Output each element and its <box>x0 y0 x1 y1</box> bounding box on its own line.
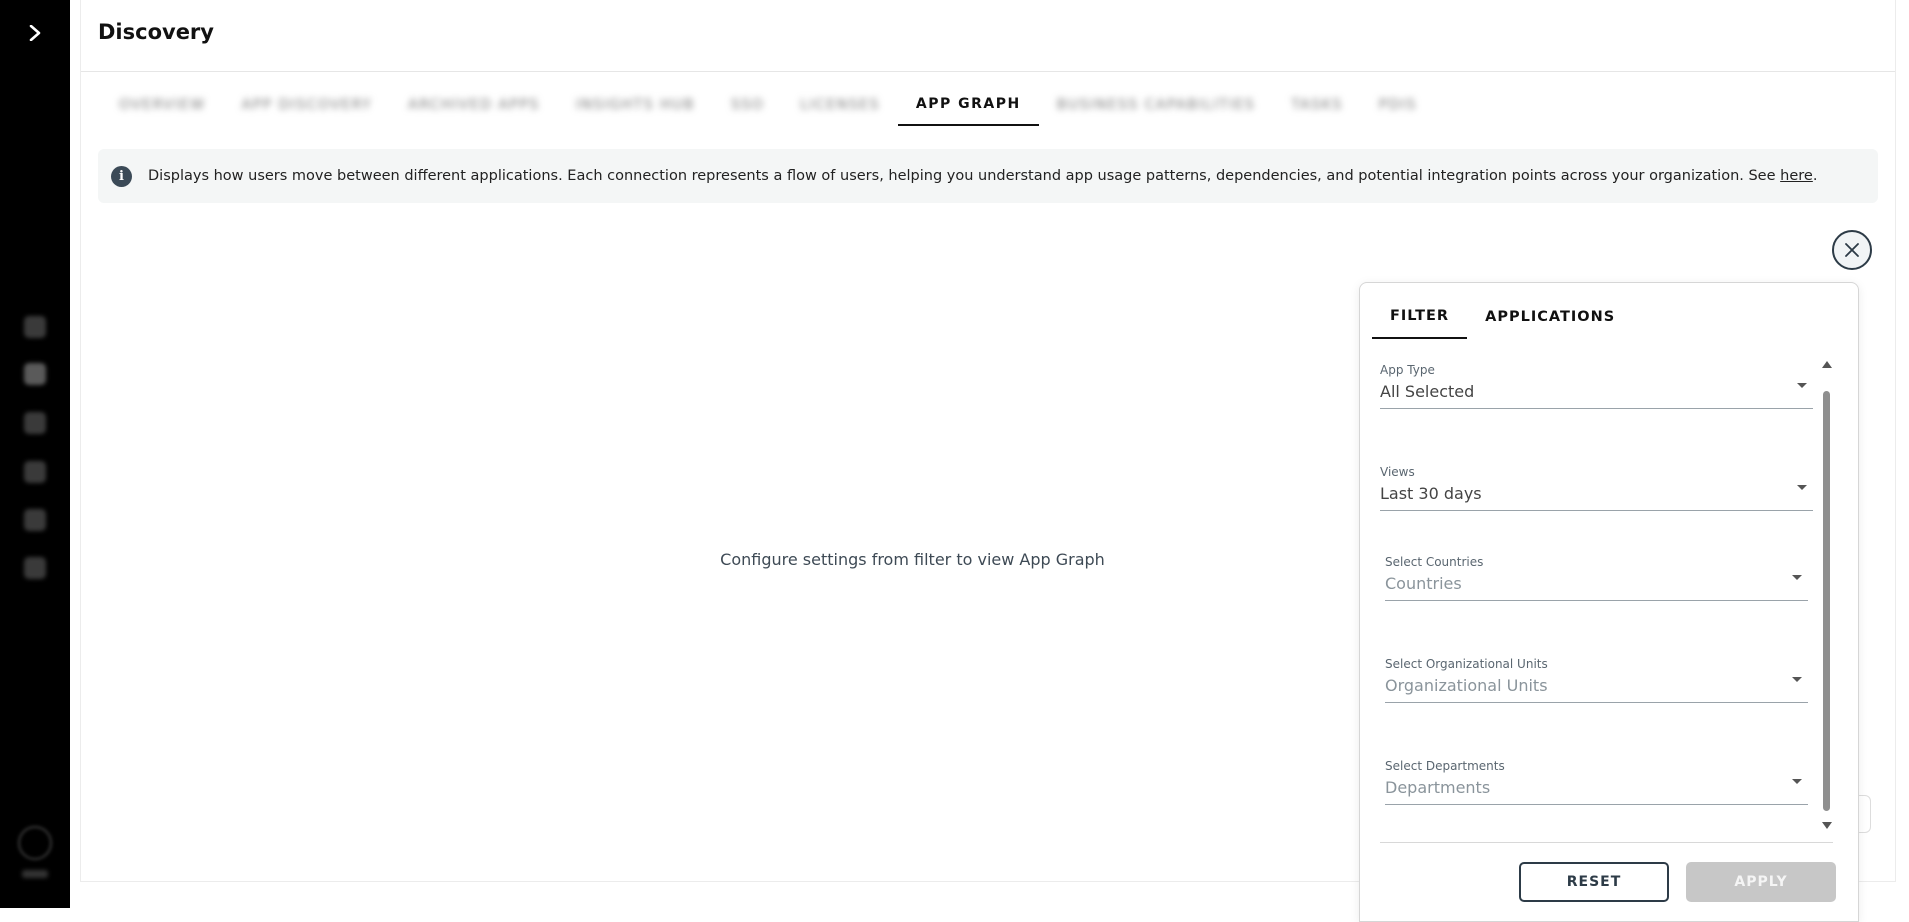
dropdown-arrow-icon <box>1792 575 1802 580</box>
field-value: Last 30 days <box>1380 484 1482 503</box>
info-description: Displays how users move between differen… <box>148 168 1781 184</box>
app-type-select[interactable]: App Type All Selected <box>1380 363 1813 409</box>
field-placeholder: Organizational Units <box>1385 676 1548 695</box>
dropdown-arrow-icon <box>1797 485 1807 490</box>
info-link[interactable]: here <box>1780 168 1813 184</box>
countries-select[interactable]: Select Countries Countries <box>1385 555 1808 601</box>
sidebar <box>0 0 70 908</box>
organizational-units-select[interactable]: Select Organizational Units Organization… <box>1385 657 1808 703</box>
field-value: All Selected <box>1380 382 1475 401</box>
filter-scrollbar[interactable] <box>1821 361 1833 831</box>
avatar-label <box>22 870 48 878</box>
dropdown-arrow-icon <box>1792 779 1802 784</box>
views-select[interactable]: Views Last 30 days <box>1380 465 1813 511</box>
field-label: App Type <box>1380 363 1435 377</box>
settings-icon[interactable] <box>24 557 46 579</box>
field-label: Select Countries <box>1385 555 1484 569</box>
field-placeholder: Countries <box>1385 574 1462 593</box>
dropdown-arrow-icon <box>1792 677 1802 682</box>
tab-sso[interactable]: SSO <box>713 84 782 126</box>
tab-applications[interactable]: APPLICATIONS <box>1467 295 1633 339</box>
filter-panel-tabs: FILTER APPLICATIONS <box>1372 295 1633 339</box>
tab-bar: OVERVIEW APP DISCOVERY ARCHIVED APPS INS… <box>101 84 1435 128</box>
tab-app-discovery[interactable]: APP DISCOVERY <box>224 84 391 126</box>
filter-panel: FILTER APPLICATIONS App Type All Selecte… <box>1359 282 1859 922</box>
tab-archived-apps[interactable]: ARCHIVED APPS <box>390 84 558 126</box>
scroll-up-icon[interactable] <box>1822 361 1832 368</box>
tab-licenses[interactable]: LICENSES <box>782 84 898 126</box>
info-icon: i <box>111 165 132 187</box>
plus-icon[interactable] <box>24 412 46 434</box>
reset-button[interactable]: RESET <box>1519 862 1669 902</box>
tab-insights-hub[interactable]: INSIGHTS HUB <box>558 84 713 126</box>
tab-tasks[interactable]: TASKS <box>1273 84 1361 126</box>
scroll-thumb[interactable] <box>1823 391 1830 811</box>
info-suffix: . <box>1812 168 1818 184</box>
dashboard-icon[interactable] <box>24 316 46 338</box>
header-divider <box>81 71 1895 72</box>
star-icon[interactable] <box>24 509 46 531</box>
expand-sidebar-button[interactable] <box>20 18 50 48</box>
filter-fields: App Type All Selected Views Last 30 days… <box>1380 363 1820 823</box>
tab-business-capabilities[interactable]: BUSINESS CAPABILITIES <box>1039 84 1273 126</box>
field-label: Select Departments <box>1385 759 1505 773</box>
tab-overview[interactable]: OVERVIEW <box>101 84 224 126</box>
tab-app-graph[interactable]: APP GRAPH <box>897 84 1039 126</box>
page-title: Discovery <box>98 20 214 44</box>
close-icon <box>1845 243 1859 257</box>
search-icon[interactable] <box>24 363 46 385</box>
apply-button[interactable]: APPLY <box>1686 862 1836 902</box>
info-banner: i Displays how users move between differ… <box>98 149 1878 203</box>
info-text: Displays how users move between differen… <box>148 168 1817 184</box>
tab-pdis[interactable]: PDIS <box>1361 84 1435 126</box>
field-label: Views <box>1380 465 1415 479</box>
departments-select[interactable]: Select Departments Departments <box>1385 759 1808 805</box>
field-placeholder: Departments <box>1385 778 1491 797</box>
tab-filter[interactable]: FILTER <box>1372 295 1468 339</box>
close-filter-button[interactable] <box>1832 230 1872 270</box>
panel-divider <box>1380 842 1833 843</box>
chevron-right-icon <box>29 25 41 41</box>
avatar-icon[interactable] <box>18 826 52 860</box>
chart-icon[interactable] <box>24 461 46 483</box>
field-label: Select Organizational Units <box>1385 657 1548 671</box>
dropdown-arrow-icon <box>1797 383 1807 388</box>
scroll-down-icon[interactable] <box>1822 822 1832 829</box>
